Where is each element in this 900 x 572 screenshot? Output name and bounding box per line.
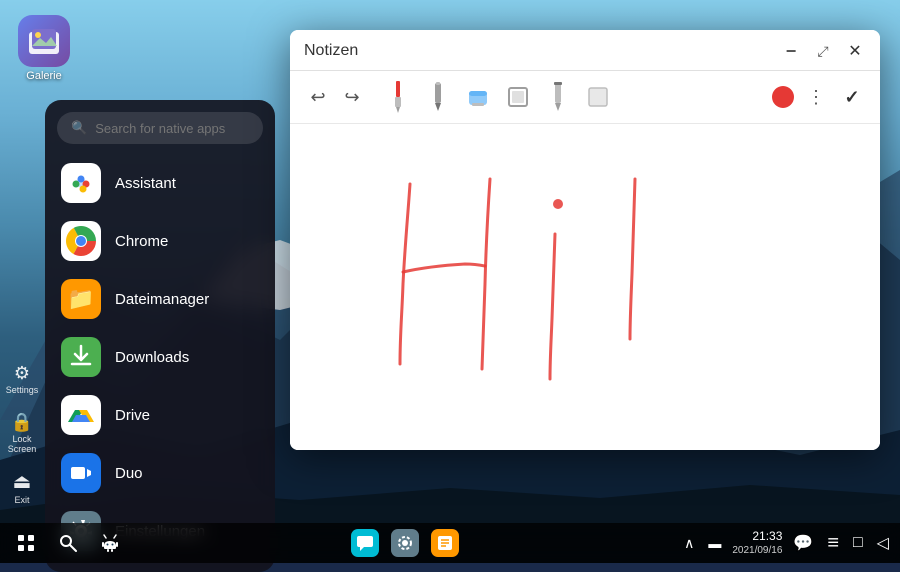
menu-icon[interactable]: ≡	[824, 532, 842, 555]
exit-icon: ⏏	[13, 469, 32, 494]
chevron-up-icon[interactable]: ∧	[681, 535, 697, 552]
battery-icon: ▬	[705, 536, 724, 551]
minimize-button[interactable]: −	[780, 40, 802, 62]
eraser-tool[interactable]	[462, 79, 494, 115]
text-tool[interactable]	[542, 79, 574, 115]
app-name-downloads: Downloads	[115, 349, 189, 366]
downloads-icon	[61, 337, 101, 377]
shape-tool[interactable]	[502, 79, 534, 115]
undo-button[interactable]: ↩	[304, 83, 332, 111]
search-icon: 🔍	[71, 120, 87, 136]
drawing-canvas[interactable]	[290, 124, 880, 450]
taskbar-right: ∧ ▬ 21:33 2021/09/16 💬 ≡ □ ◁	[681, 529, 892, 558]
app-item-drive[interactable]: Drive	[45, 386, 275, 444]
notizen-window: Notizen − ⤢ ✕ ↩ ↪	[290, 30, 880, 450]
confirm-button[interactable]: ✓	[838, 83, 866, 111]
time-display: 21:33 2021/09/16	[732, 529, 782, 558]
app-name-dateimanager: Dateimanager	[115, 291, 209, 308]
search-button[interactable]	[50, 525, 86, 561]
taskbar-app-settings[interactable]	[387, 525, 423, 561]
exit-sidebar-btn[interactable]: ⏏ Exit	[0, 461, 44, 513]
drawing-svg	[290, 124, 880, 450]
date-value: 2021/09/16	[732, 544, 782, 557]
time-value: 21:33	[732, 529, 782, 545]
close-button[interactable]: ✕	[844, 40, 866, 62]
lock-icon: 🔒	[11, 412, 33, 433]
back-icon[interactable]: ◁	[874, 533, 892, 553]
lock-screen-label: LockScreen	[8, 435, 37, 455]
window-icon[interactable]: □	[850, 534, 866, 552]
settings2-icon	[391, 529, 419, 557]
app-name-chrome: Chrome	[115, 233, 168, 250]
app-name-assistant: Assistant	[115, 175, 176, 192]
app-name-drive: Drive	[115, 407, 150, 424]
window-titlebar: Notizen − ⤢ ✕	[290, 30, 880, 71]
lock-screen-sidebar-btn[interactable]: 🔒 LockScreen	[0, 407, 44, 459]
exit-label: Exit	[14, 496, 29, 506]
drive-icon	[61, 395, 101, 435]
record-button[interactable]	[772, 86, 794, 108]
app-item-downloads[interactable]: Downloads	[45, 328, 275, 386]
app-drawer: 🔍 Assistant	[45, 100, 275, 572]
search-input[interactable]	[95, 121, 249, 136]
taskbar-app-notes[interactable]	[427, 525, 463, 561]
taskbar-app-messaging[interactable]	[347, 525, 383, 561]
left-sidebar: ⚙ Settings 🔒 LockScreen ⏏ Exit	[0, 0, 44, 523]
assistant-icon	[61, 163, 101, 203]
search-bar[interactable]: 🔍	[57, 112, 263, 144]
pen-tool[interactable]	[422, 79, 454, 115]
app-item-assistant[interactable]: Assistant	[45, 154, 275, 212]
window-title: Notizen	[304, 42, 358, 60]
settings-sidebar-btn[interactable]: ⚙ Settings	[0, 353, 44, 405]
app-item-chrome[interactable]: Chrome	[45, 212, 275, 270]
messaging-icon	[351, 529, 379, 557]
app-item-duo[interactable]: Duo	[45, 444, 275, 502]
grid-button[interactable]	[8, 525, 44, 561]
toolbar-nav: ↩ ↪	[304, 83, 366, 111]
chat-icon[interactable]: 💬	[790, 533, 816, 553]
filemanager-icon: 📁	[61, 279, 101, 319]
chrome-icon	[61, 221, 101, 261]
notes-icon	[431, 529, 459, 557]
android-button[interactable]	[92, 525, 128, 561]
redo-button[interactable]: ↪	[338, 83, 366, 111]
taskbar: ∧ ▬ 21:33 2021/09/16 💬 ≡ □ ◁	[0, 523, 900, 563]
window-controls: − ⤢ ✕	[780, 40, 866, 62]
app-name-duo: Duo	[115, 465, 143, 482]
brush-tool-red[interactable]	[382, 79, 414, 115]
settings-icon: ⚙	[14, 363, 30, 384]
taskbar-center	[347, 525, 463, 561]
maximize-button[interactable]: ⤢	[812, 40, 834, 62]
app-item-dateimanager[interactable]: 📁 Dateimanager	[45, 270, 275, 328]
duo-icon	[61, 453, 101, 493]
window-toolbar: ↩ ↪	[290, 71, 880, 124]
more-options-button[interactable]: ⋮	[802, 83, 830, 111]
select-tool[interactable]	[582, 79, 614, 115]
taskbar-left	[8, 525, 128, 561]
settings-label: Settings	[6, 386, 39, 396]
